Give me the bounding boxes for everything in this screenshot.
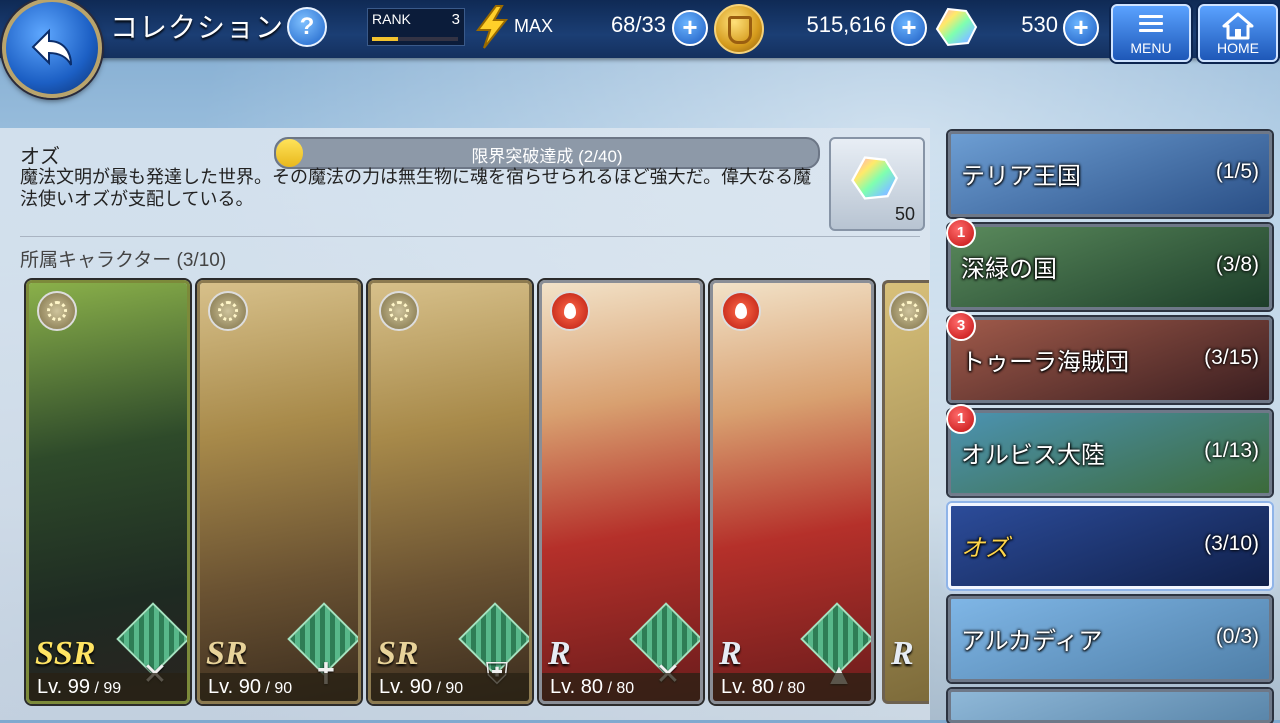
world-list-item[interactable]: オルビス大陸 (1/13) [948,410,1272,496]
stamina-bolt-icon [476,5,509,49]
rank-box: RANK 3 [367,8,465,46]
level-bar: Lv. 90 / 90 [371,673,529,701]
home-button-label: HOME [1217,40,1259,56]
fire-icon [550,291,590,331]
rainbow-gem-icon [935,7,978,47]
world-list-item-name: テリア王国 [961,163,1081,190]
world-name: オズ [20,146,60,168]
character-card[interactable]: SR✝Lv. 90 / 90 [197,280,361,704]
max-level-value: 90 [274,680,293,697]
world-list-item-count: (3/10) [1204,532,1259,555]
rank-label: RANK [372,11,411,27]
character-card[interactable]: SR⛨Lv. 90 / 90 [368,280,532,704]
back-button[interactable] [2,0,102,98]
notification-badge: 1 [946,404,976,434]
top-bar: コレクション ? RANK 3 MAX 68/33 + 515,616 + 53… [0,0,1280,62]
light-icon [889,291,929,331]
gems-value: 530 [1021,12,1058,37]
world-list-item-count: (3/15) [1204,346,1259,369]
character-card[interactable]: R▲Lv. 80 / 80 [710,280,874,704]
divider [20,236,920,237]
max-level-value: 80 [787,680,806,697]
rainbow-gem-icon [851,156,899,200]
rank-progress-bar [372,37,458,41]
rarity-label: SR [377,635,419,672]
world-description: 魔法文明が最も発達した世界。その魔法の力は無生物に魂を宿らせられるほど強大だ。偉… [20,167,812,209]
level-bar: Lv. 80 / 80 [713,673,871,701]
home-button[interactable]: HOME [1198,4,1278,62]
world-list-item[interactable]: アルカディア (0/3) [948,596,1272,682]
coins-value: 515,616 [806,12,886,37]
fire-icon [721,291,761,331]
stamina-value: 68/33 [610,12,666,37]
back-arrow-icon [31,28,72,66]
menu-button[interactable]: MENU [1111,4,1191,62]
world-list-item[interactable]: オズ (3/10) [948,503,1272,589]
rarity-label: R [548,635,571,672]
level-value: 90 [238,676,262,698]
light-icon [379,291,419,331]
add-gems-button[interactable]: + [1063,10,1099,46]
limit-break-progress-bar: 限界突破達成 (2/40) [274,137,820,169]
world-list-item-name: アルカディア [961,628,1103,655]
level-prefix: Lv. [208,676,239,698]
level-value: 80 [751,676,775,698]
rank-value: 3 [451,11,460,28]
level-prefix: Lv. [379,676,410,698]
reward-box[interactable]: 50 [829,137,925,231]
world-list-item-name: トゥーラ海賊団 [961,349,1129,376]
character-card[interactable]: SSR✕Lv. 99 / 99 [26,280,190,704]
world-list-item-count: (0/3) [1215,625,1259,648]
rarity-label: SSR [35,635,96,672]
world-list-item-name: 深緑の国 [961,256,1057,283]
characters-section-title: 所属キャラクター (3/10) [20,250,227,271]
notification-badge: 1 [946,218,976,248]
level-prefix: Lv. [37,676,68,698]
world-list-item-name: オズ [961,535,1009,562]
reward-quantity: 50 [894,204,915,224]
character-card[interactable]: R✕Lv. 80 / 80 [539,280,703,704]
level-value: 80 [580,676,604,698]
world-list-item[interactable]: テリア王国 (1/5) [948,131,1272,217]
character-card-partial[interactable]: R [882,280,929,704]
stamina-max-label: MAX [514,16,554,36]
rank-progress-fill [372,37,398,41]
max-level-value: 99 [103,680,122,697]
world-list-item-count: (3/8) [1215,253,1259,276]
coin-icon [714,4,764,54]
world-list-item-partial[interactable] [948,689,1272,723]
light-icon [37,291,77,331]
limit-break-progress-text: 限界突破達成 (2/40) [471,147,623,166]
house-icon [1222,12,1254,40]
menu-button-label: MENU [1130,40,1172,56]
notification-badge: 3 [946,311,976,341]
page-title: コレクション [110,12,285,43]
max-level-value: 90 [445,680,464,697]
level-value: 99 [67,676,91,698]
help-button[interactable]: ? [287,7,327,47]
level-bar: Lv. 80 / 80 [542,673,700,701]
rarity-label: R [719,635,742,672]
level-bar: Lv. 99 / 99 [29,673,187,701]
add-stamina-button[interactable]: + [672,10,708,46]
light-icon [208,291,248,331]
world-list-item-count: (1/5) [1215,160,1259,183]
level-bar: Lv. 90 / 90 [200,673,358,701]
level-prefix: Lv. [550,676,581,698]
world-list-item-name: オルビス大陸 [961,442,1105,469]
add-coins-button[interactable]: + [891,10,927,46]
world-list-item[interactable]: トゥーラ海賊団 (3/15) [948,317,1272,403]
world-list-item-count: (1/13) [1204,439,1259,462]
hamburger-icon [1139,15,1163,36]
rarity-label: R [891,635,914,672]
level-value: 90 [409,676,433,698]
rarity-label: SR [206,635,248,672]
level-prefix: Lv. [721,676,752,698]
max-level-value: 80 [616,680,635,697]
world-list-item[interactable]: 深緑の国 (3/8) [948,224,1272,310]
